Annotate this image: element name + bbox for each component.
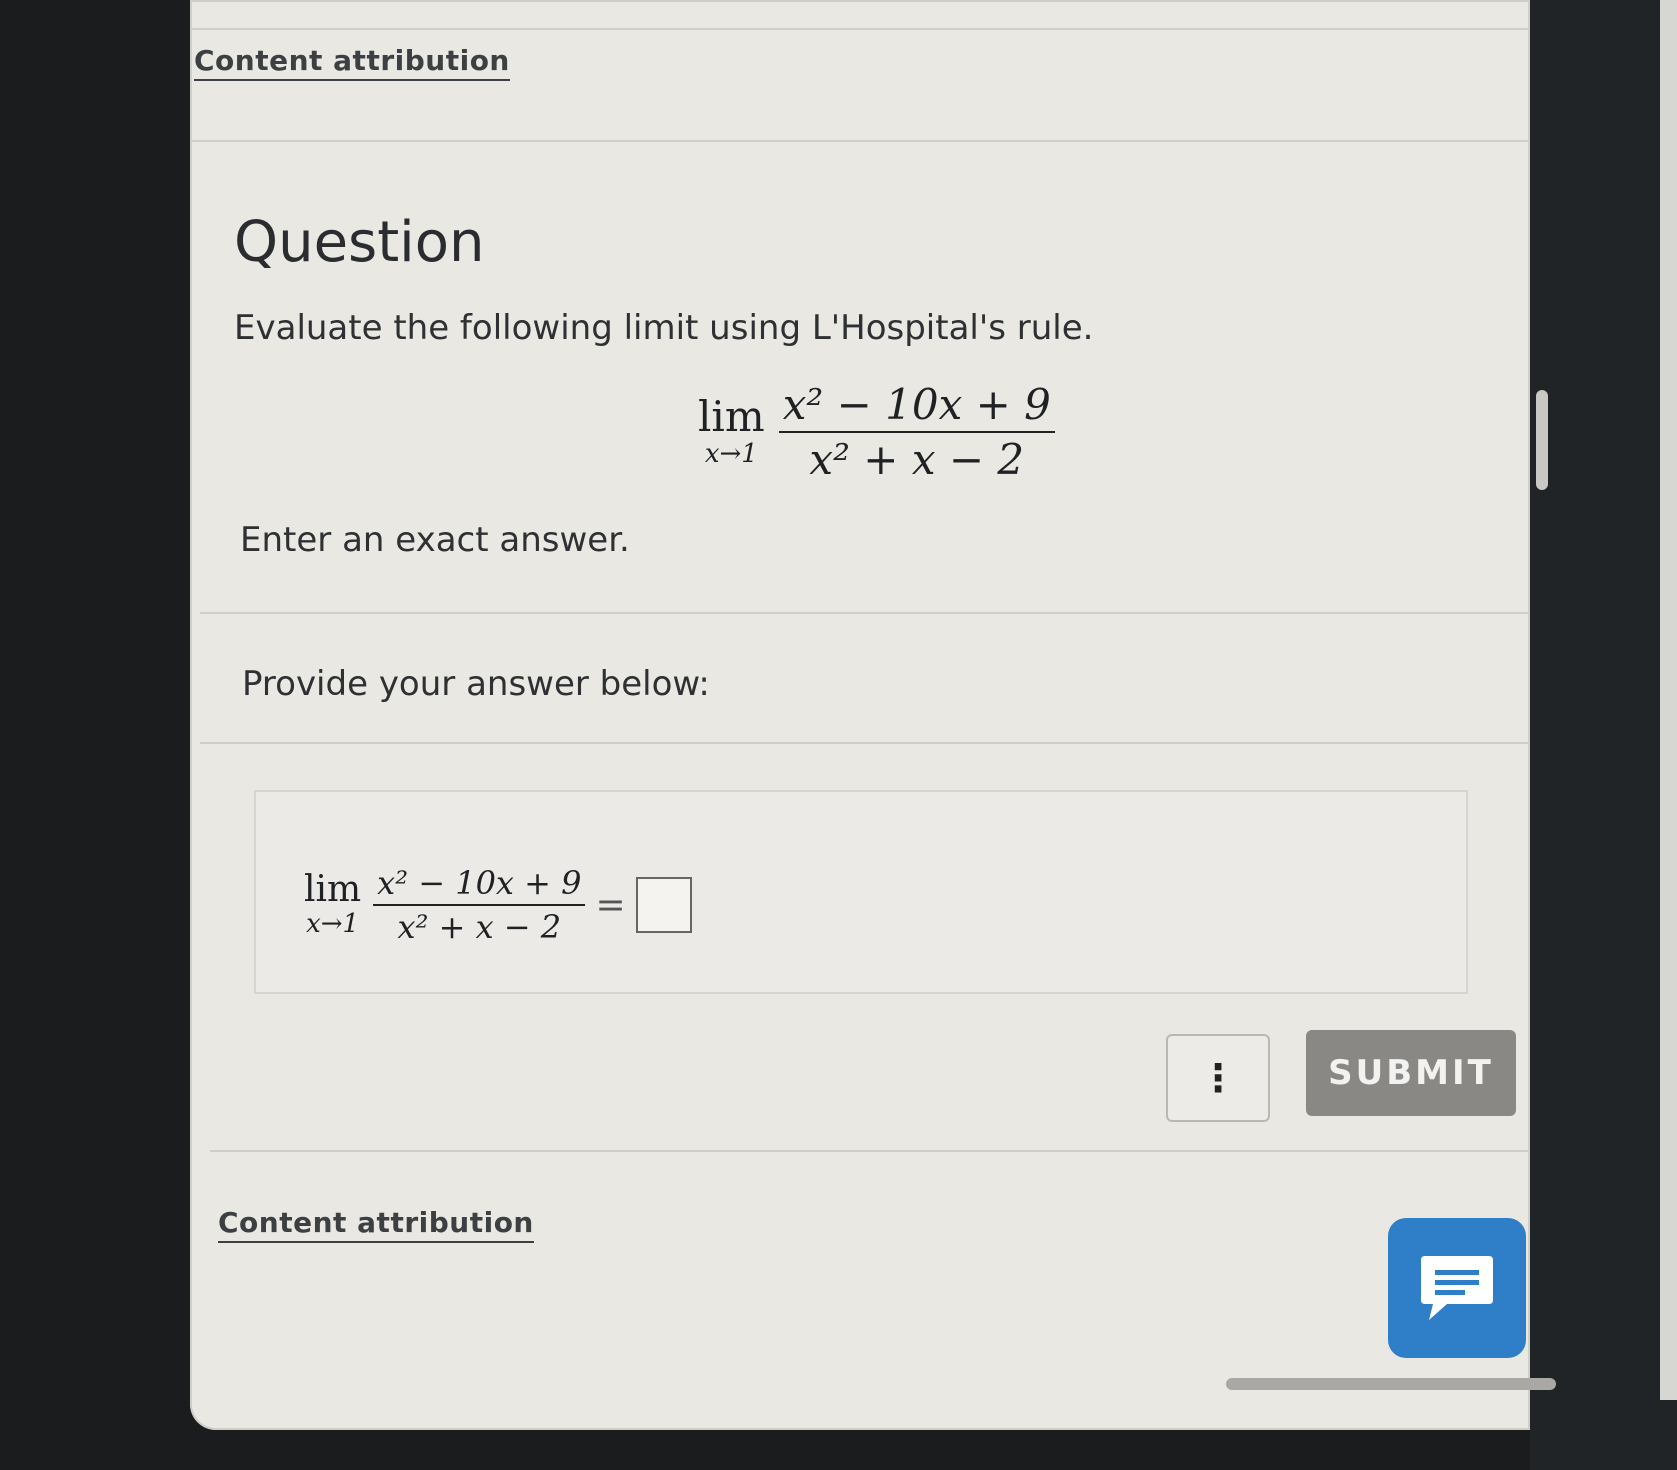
vertical-scrollbar[interactable] [1536,390,1548,490]
divider [190,28,1530,30]
answer-expression: lim x→1 x² − 10x + 9 x² + x − 2 = [304,862,692,948]
answer-box: lim x→1 x² − 10x + 9 x² + x − 2 = [254,790,1468,994]
answer-section-label: Provide your answer below: [242,664,710,704]
content-attribution-link-top[interactable]: Content attribution [194,44,510,81]
limit-expression: lim x→1 x² − 10x + 9 x² + x − 2 [698,378,1055,486]
more-options-icon: ⋮ [1199,1056,1237,1100]
divider [200,742,1530,744]
lim-approach: x→1 [704,439,758,469]
question-page: Content attribution Question Evaluate th… [190,0,1530,1430]
question-prompt: Evaluate the following limit using L'Hos… [234,308,1094,348]
divider [190,140,1530,142]
limit-fraction: x² − 10x + 9 x² + x − 2 [778,378,1055,486]
divider [210,1150,1530,1152]
content-attribution-link-bottom[interactable]: Content attribution [218,1206,534,1243]
fraction-numerator: x² − 10x + 9 [377,864,582,902]
fraction-numerator: x² − 10x + 9 [782,380,1051,429]
answer-input[interactable] [635,877,692,933]
background-edge [1660,0,1677,1400]
horizontal-scrollbar[interactable] [1226,1378,1556,1390]
question-heading: Question [234,210,485,275]
more-options-button[interactable]: ⋮ [1166,1034,1270,1122]
lim-label: lim [698,392,765,441]
lim-approach: x→1 [306,909,360,939]
divider [200,612,1530,614]
fraction-denominator: x² + x − 2 [397,908,562,946]
chat-button[interactable] [1388,1218,1526,1358]
answer-instruction: Enter an exact answer. [240,520,630,560]
equals-sign: = [595,884,626,926]
fraction-denominator: x² + x − 2 [809,435,1025,484]
lim-label: lim [304,869,362,910]
device-bezel [1530,0,1677,1470]
answer-fraction: x² − 10x + 9 x² + x − 2 [373,862,586,948]
chat-icon [1421,1256,1493,1320]
submit-button[interactable]: SUBMIT [1306,1030,1516,1116]
